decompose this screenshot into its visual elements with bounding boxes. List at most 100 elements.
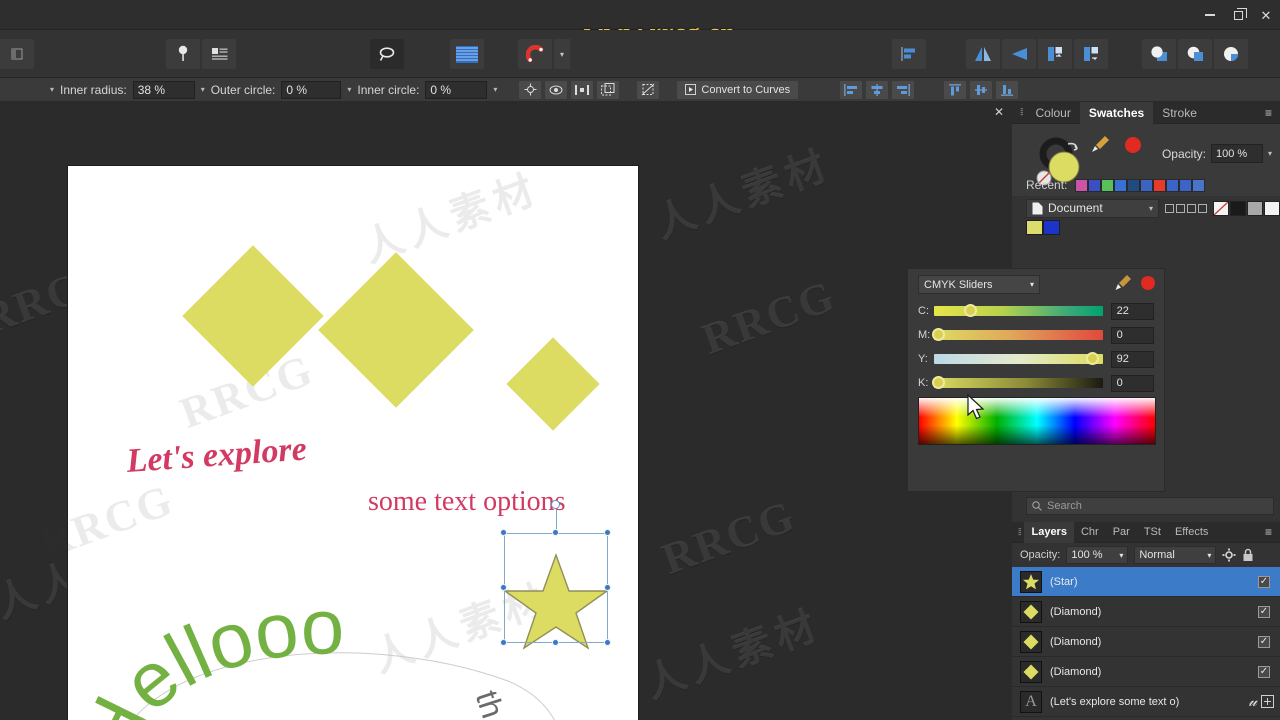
magenta-slider-row[interactable]: M: 0 [918, 323, 1154, 347]
preview-toggle-button[interactable] [544, 79, 569, 100]
recent-swatch[interactable] [1153, 178, 1167, 192]
distribute-button[interactable] [570, 79, 595, 100]
boolean-add-button[interactable] [1142, 39, 1176, 69]
rotate-left-button[interactable] [1038, 39, 1072, 69]
magenta-slider-knob[interactable] [931, 328, 945, 341]
layer-row-star[interactable]: (Star) ✓ [1012, 567, 1280, 597]
yellow-value[interactable]: 92 [1110, 350, 1154, 368]
outer-circle-field[interactable]: ▾ Outer circle: 0 % [195, 78, 342, 102]
add-swatch-icon[interactable] [1165, 203, 1174, 213]
boolean-intersect-button[interactable] [1214, 39, 1248, 69]
minimize-button[interactable] [1196, 0, 1224, 30]
inner-circle-dropdown-caret[interactable]: ▾ [487, 85, 503, 94]
colour-model-select[interactable]: CMYK Sliders ▾ [918, 275, 1040, 294]
black-slider-row[interactable]: K: 0 [918, 371, 1154, 395]
inner-circle-field[interactable]: ▾ Inner circle: 0 % ▾ [341, 78, 503, 102]
black-slider-knob[interactable] [931, 376, 945, 389]
tab-colour[interactable]: Colour [1026, 102, 1079, 124]
magenta-slider-track[interactable] [931, 328, 1103, 341]
layer-visibility-checkbox[interactable]: ✓ [1258, 635, 1270, 648]
text-lets-explore[interactable]: Let's explore [125, 431, 308, 481]
cyan-slider-knob[interactable] [963, 304, 977, 317]
new-palette-icon[interactable] [1187, 203, 1196, 213]
document-tab-close-button[interactable]: ✕ [992, 105, 1006, 119]
inner-radius-caret[interactable]: ▾ [44, 85, 60, 94]
canvas-area[interactable]: RRCG 人人素材 RRCG 人人素材 RRCG 人人素材 人人素材 RRCG … [0, 122, 1012, 720]
cyan-slider-track[interactable] [933, 304, 1103, 317]
snapping-options-caret[interactable]: ▾ [554, 39, 570, 69]
layer-row-diamond-3[interactable]: (Diamond) ✓ [1012, 657, 1280, 687]
align-top-button[interactable] [943, 79, 968, 100]
snapping-magnet-button[interactable] [518, 39, 552, 69]
opacity-caret-icon[interactable]: ▾ [1268, 149, 1272, 158]
tab-chr[interactable]: Chr [1074, 522, 1106, 543]
blend-mode-caret-icon[interactable]: ▾ [1207, 551, 1211, 560]
gear-icon[interactable] [1222, 548, 1236, 562]
align-bottom-button[interactable] [995, 79, 1020, 100]
layer-opacity-select[interactable]: 100 % ▾ [1066, 546, 1129, 564]
reset-transform-button[interactable] [636, 79, 661, 100]
yellow-slider-row[interactable]: Y: 92 [918, 347, 1154, 371]
gradient-fill-tool-button[interactable] [450, 39, 484, 69]
inner-circle-caret[interactable]: ▾ [341, 85, 357, 94]
recent-swatch[interactable] [1166, 178, 1180, 192]
diamond-shape-1[interactable] [182, 245, 324, 387]
flip-vertical-button[interactable] [1002, 39, 1036, 69]
colour-model-caret-icon[interactable]: ▾ [1030, 280, 1034, 289]
document-swatch-yellow[interactable] [1026, 220, 1043, 235]
pin-tool-button[interactable] [166, 39, 200, 69]
delete-swatch-icon[interactable] [1198, 203, 1207, 213]
layer-row-diamond-1[interactable]: (Diamond) ✓ [1012, 597, 1280, 627]
opacity-value[interactable]: 100 % [1210, 144, 1263, 163]
text-frame-tool-button[interactable] [202, 39, 236, 69]
document-swatch-blue[interactable] [1043, 220, 1060, 235]
yellow-slider-knob[interactable] [1085, 352, 1099, 365]
text-on-path-icon[interactable]: 𝓊 [1249, 693, 1257, 711]
document-palette-select[interactable]: Document ▾ [1026, 198, 1159, 218]
tab-tst[interactable]: TSt [1137, 522, 1168, 543]
inner-radius-input[interactable]: 38 % [132, 80, 195, 99]
layer-visibility-checkbox[interactable]: ✓ [1258, 665, 1270, 678]
outer-circle-caret[interactable]: ▾ [195, 85, 211, 94]
align-panel-button[interactable] [892, 39, 926, 69]
recent-swatch[interactable] [1179, 178, 1193, 192]
rotation-handle[interactable] [551, 500, 560, 509]
recent-swatch[interactable] [1088, 178, 1102, 192]
stroke-colour-indicator[interactable] [1124, 136, 1142, 154]
inner-circle-input[interactable]: 0 % [425, 80, 488, 99]
selection-bounds[interactable] [504, 533, 608, 643]
layer-visibility-checkbox[interactable]: ✓ [1258, 605, 1270, 618]
align-left-button[interactable] [839, 79, 864, 100]
layer-opacity-caret-icon[interactable]: ▾ [1119, 551, 1123, 560]
swatch-grey[interactable] [1247, 200, 1263, 216]
eyedropper-icon[interactable] [1090, 134, 1110, 156]
close-button[interactable]: ✕ [1252, 0, 1280, 30]
spectrum-gradient[interactable] [919, 398, 1155, 444]
lock-icon[interactable] [1242, 548, 1254, 562]
rotate-right-button[interactable] [1074, 39, 1108, 69]
recent-swatch[interactable] [1140, 178, 1154, 192]
align-right-button[interactable] [891, 79, 916, 100]
layers-panel-menu-button[interactable]: ≡ [1265, 525, 1280, 539]
handle-middle-left[interactable] [500, 584, 507, 591]
move-origin-button[interactable] [518, 79, 543, 100]
handle-top-left[interactable] [500, 529, 507, 536]
tab-par[interactable]: Par [1106, 522, 1137, 543]
recent-swatch[interactable] [1127, 178, 1141, 192]
restore-button[interactable] [1224, 0, 1252, 30]
handle-bottom-right[interactable] [604, 639, 611, 646]
flip-horizontal-button[interactable] [966, 39, 1000, 69]
inner-radius-field[interactable]: ▾ Inner radius: 38 % [44, 78, 195, 102]
recent-swatch[interactable] [1101, 178, 1115, 192]
colour-panel-menu-button[interactable]: ≡ [1265, 106, 1280, 120]
handle-top-center[interactable] [552, 529, 559, 536]
align-middle-button[interactable] [969, 79, 994, 100]
tab-layers[interactable]: Layers [1024, 521, 1074, 543]
convert-to-curves-button[interactable]: Convert to Curves [676, 79, 800, 100]
recent-swatch[interactable] [1114, 178, 1128, 192]
document-palette-caret-icon[interactable]: ▾ [1149, 204, 1153, 213]
tab-effects[interactable]: Effects [1168, 522, 1215, 543]
eyedropper-icon[interactable] [1114, 273, 1132, 293]
recent-swatch[interactable] [1075, 178, 1089, 192]
yellow-slider-track[interactable] [933, 352, 1103, 365]
